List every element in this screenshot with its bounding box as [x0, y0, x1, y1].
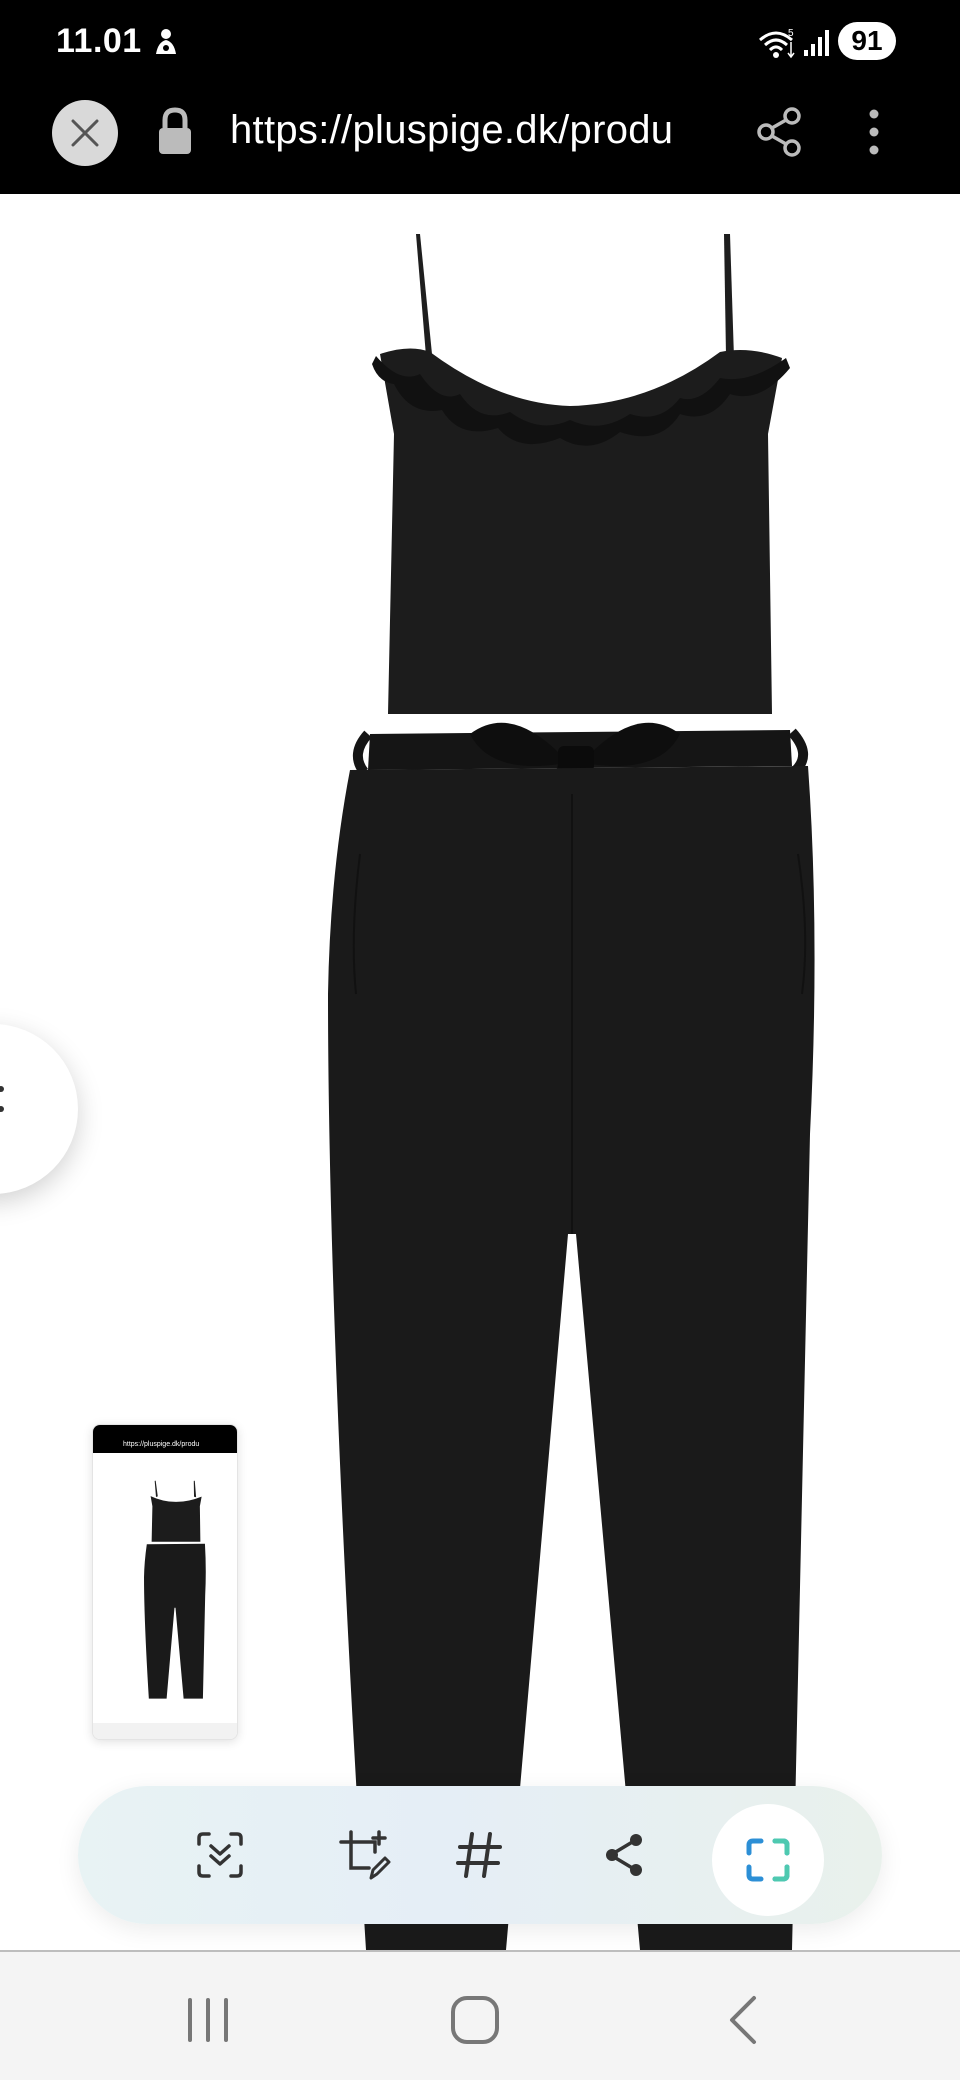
- hashtag-button[interactable]: [434, 1810, 524, 1900]
- screenshot-expand-icon: [746, 1838, 790, 1882]
- web-content: https://pluspige.dk/produ: [0, 194, 960, 1950]
- screenshot-thumbnail[interactable]: https://pluspige.dk/produ: [92, 1424, 238, 1740]
- thumbnail-status-bar: [93, 1425, 237, 1437]
- system-nav-bar: [0, 1950, 960, 2080]
- product-image[interactable]: [320, 234, 840, 1950]
- notification-icon: [156, 29, 176, 54]
- thumbnail-url: https://pluspige.dk/produ: [93, 1437, 237, 1453]
- wifi-icon: 5: [759, 28, 795, 59]
- svg-text:5: 5: [788, 28, 794, 39]
- share-icon[interactable]: [756, 106, 804, 158]
- url-field[interactable]: https://pluspige.dk/produ: [230, 108, 720, 153]
- thumbnail-nav-bar: [93, 1723, 237, 1739]
- handle-dot: [0, 1106, 4, 1112]
- more-vert-icon[interactable]: [862, 106, 886, 158]
- hashtag-icon: [456, 1832, 502, 1878]
- crop-edit-button[interactable]: [319, 1810, 409, 1900]
- home-icon[interactable]: [445, 1990, 505, 2050]
- share-icon: [606, 1834, 642, 1876]
- share-button[interactable]: [580, 1810, 670, 1900]
- scroll-capture-button[interactable]: [175, 1810, 265, 1900]
- lock-icon[interactable]: [156, 106, 194, 156]
- recent-apps-icon[interactable]: [178, 1990, 238, 2050]
- browser-toolbar: https://pluspige.dk/produ: [0, 86, 960, 194]
- back-icon[interactable]: [716, 1990, 776, 2050]
- crop-edit-icon: [339, 1830, 391, 1880]
- signal-icon: [804, 30, 829, 56]
- handle-dot: [0, 1086, 4, 1092]
- battery-indicator: 91: [838, 22, 896, 60]
- close-tab-button[interactable]: [52, 100, 118, 166]
- scan-text-icon: [197, 1832, 243, 1878]
- status-time: 11.01: [56, 22, 142, 60]
- expand-screenshot-button[interactable]: [712, 1804, 824, 1916]
- side-panel-handle[interactable]: [0, 1024, 78, 1194]
- thumbnail-jumpsuit: [144, 1480, 206, 1699]
- close-icon: [71, 119, 99, 147]
- status-bar: 11.01 5 91: [0, 0, 960, 86]
- screenshot-toolbar: [78, 1786, 882, 1924]
